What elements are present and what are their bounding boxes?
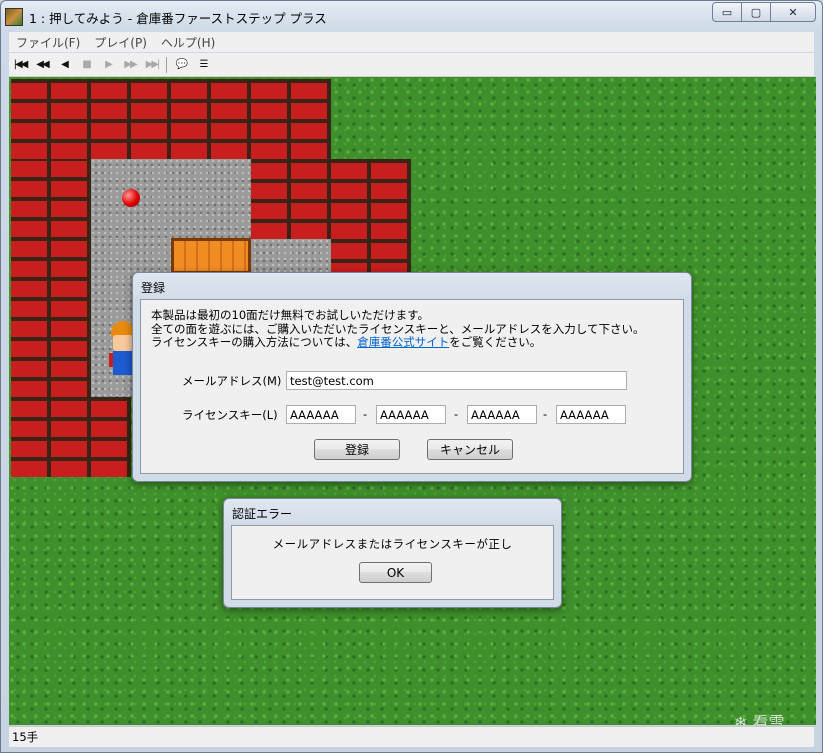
license-key-field-3[interactable] [467, 405, 537, 424]
first-move-icon[interactable]: |◀◀ [9, 55, 31, 75]
license-label: ライセンスキー(L) [182, 408, 278, 422]
list-icon[interactable]: ☰ [192, 55, 214, 75]
register-dialog-title: 登録 [141, 281, 166, 295]
license-separator-2: - [454, 407, 459, 421]
email-field[interactable] [286, 371, 627, 390]
email-label: メールアドレス(M) [182, 374, 282, 388]
move-count: 15手 [12, 730, 39, 744]
toolbar: |◀◀ ◀◀ ◀ ■ ▶ ▶▶ ▶▶| 💬 ☰ [9, 53, 814, 77]
player-face [113, 335, 133, 351]
title-bar[interactable]: 1 : 押してみよう - 倉庫番ファーストステップ プラス ▭ ▢ ✕ [1, 1, 822, 31]
license-separator-3: - [543, 407, 548, 421]
brick-wall-right [251, 159, 411, 239]
license-key-field-2[interactable] [376, 405, 446, 424]
desc-line-3-post: をご覧ください。 [449, 335, 542, 349]
comment-icon[interactable]: 💬 [170, 55, 192, 75]
kanxue-watermark: ❄ 看雪 [734, 713, 785, 725]
auth-error-body: メールアドレスまたはライセンスキーが正し OK [231, 525, 554, 600]
toolbar-separator [166, 56, 167, 73]
wooden-crate [171, 238, 251, 274]
rewind-fast-icon[interactable]: ◀◀ [31, 55, 53, 75]
register-dialog: 登録 本製品は最初の10面だけ無料でお試しいただけます。 全ての面を遊ぶには、ご… [132, 272, 692, 482]
maximize-button[interactable]: ▢ [741, 2, 771, 22]
stop-icon[interactable]: ■ [75, 55, 97, 75]
forward-fast-icon[interactable]: ▶▶ [119, 55, 141, 75]
desc-line-3: ライセンスキーの購入方法については、倉庫番公式サイトをご覧ください。 [151, 335, 644, 350]
sokoban-app-icon [5, 8, 23, 26]
auth-error-dialog: 認証エラー メールアドレスまたはライセンスキーが正し OK [223, 498, 562, 608]
desc-line-1: 本製品は最初の10面だけ無料でお試しいただけます。 [151, 308, 429, 322]
desc-line-3-pre: ライセンスキーの購入方法については、 [151, 335, 358, 349]
ok-button[interactable]: OK [359, 562, 432, 583]
official-site-link[interactable]: 倉庫番公式サイト [357, 335, 449, 349]
desc-line-2: 全ての面を遊ぶには、ご購入いただいたライセンスキーと、メールアドレスを入力して下… [151, 321, 645, 336]
menu-help[interactable]: ヘルプ(H) [154, 34, 222, 51]
goal-marker [122, 189, 140, 207]
floor-area [91, 159, 251, 239]
license-key-field-1[interactable] [286, 405, 356, 424]
menu-play[interactable]: プレイ(P) [87, 34, 154, 51]
window-controls: ▭ ▢ ✕ [712, 2, 816, 22]
register-button[interactable]: 登録 [314, 439, 400, 460]
register-dialog-body: 本製品は最初の10面だけ無料でお試しいただけます。 全ての面を遊ぶには、ご購入い… [140, 299, 684, 474]
menu-file[interactable]: ファイル(F) [9, 34, 87, 51]
brick-wall-bottom [11, 397, 131, 477]
register-description: 本製品は最初の10面だけ無料でお試しいただけます。 全ての面を遊ぶには、ご購入い… [151, 308, 645, 350]
license-separator-1: - [363, 407, 368, 421]
minimize-icon: ▭ [721, 5, 733, 19]
close-icon: ✕ [788, 5, 798, 19]
license-key-field-4[interactable] [556, 405, 626, 424]
auth-error-message: メールアドレスまたはライセンスキーが正し [272, 537, 513, 551]
auth-error-title: 認証エラー [232, 507, 293, 521]
window-title: 1 : 押してみよう - 倉庫番ファーストステップ プラス [29, 11, 327, 26]
step-back-icon[interactable]: ◀ [53, 55, 75, 75]
step-forward-icon[interactable]: ▶ [97, 55, 119, 75]
maximize-icon: ▢ [750, 5, 762, 19]
last-move-icon[interactable]: ▶▶| [141, 55, 163, 75]
brick-wall-top [11, 79, 331, 159]
minimize-button[interactable]: ▭ [712, 2, 742, 22]
status-bar: 15手 [9, 726, 814, 747]
close-button[interactable]: ✕ [770, 2, 816, 22]
menu-bar: ファイル(F) プレイ(P) ヘルプ(H) [9, 32, 814, 52]
cancel-button[interactable]: キャンセル [427, 439, 513, 460]
